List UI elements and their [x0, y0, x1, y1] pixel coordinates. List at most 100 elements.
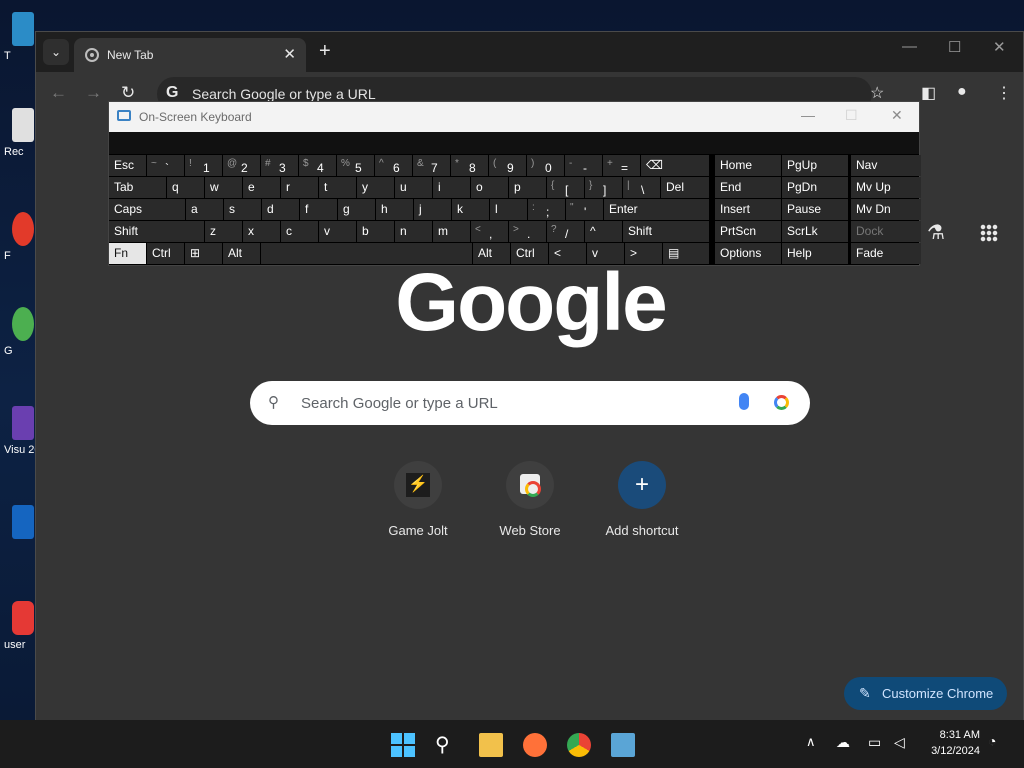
key-0-5[interactable]: $4 — [299, 155, 336, 176]
firefox-icon[interactable] — [523, 733, 547, 757]
key-0-2[interactable]: ! 1 — [185, 155, 222, 176]
key-4-13[interactable]: Fade — [851, 243, 921, 264]
key-1-5[interactable]: t — [319, 177, 356, 198]
key-3-5[interactable]: b — [357, 221, 394, 242]
key-1-11[interactable]: {[ — [547, 177, 584, 198]
key-1-15[interactable]: End — [715, 177, 781, 198]
key-2-11[interactable]: " ' — [566, 199, 603, 220]
key-3-1[interactable]: z — [205, 221, 242, 242]
reload-button[interactable]: ↻ — [121, 83, 135, 103]
key-4-1[interactable]: Ctrl — [147, 243, 184, 264]
key-1-9[interactable]: o — [471, 177, 508, 198]
key-2-13[interactable]: Insert — [715, 199, 781, 220]
osk-close-button[interactable]: ✕ — [891, 107, 903, 124]
key-3-15[interactable]: Dock — [851, 221, 921, 242]
key-4-6[interactable]: Ctrl — [511, 243, 548, 264]
profile-icon[interactable]: ● — [957, 83, 967, 101]
left-arrow-key[interactable]: < — [549, 243, 586, 264]
menu-kebab-icon[interactable]: ⋮ — [996, 83, 1012, 103]
key-3-0[interactable]: Shift — [109, 221, 204, 242]
key-2-15[interactable]: Mv Dn — [851, 199, 921, 220]
maximize-button[interactable]: ☐ — [948, 38, 961, 56]
close-tab-icon[interactable]: ✕ — [283, 45, 296, 63]
key-0-1[interactable]: ~ ` — [147, 155, 184, 176]
key-2-1[interactable]: a — [186, 199, 223, 220]
key-1-0[interactable]: Tab — [109, 177, 166, 198]
key-0-10[interactable]: (9 — [489, 155, 526, 176]
key-1-13[interactable]: | \ — [623, 177, 660, 198]
bookmark-star-icon[interactable]: ☆ — [870, 83, 884, 103]
side-panel-icon[interactable]: ◧ — [921, 83, 936, 103]
key-2-4[interactable]: f — [300, 199, 337, 220]
key-2-9[interactable]: l — [490, 199, 527, 220]
osk-minimize-button[interactable]: — — [801, 107, 815, 123]
key-3-13[interactable]: PrtScn — [715, 221, 781, 242]
chrome-icon[interactable] — [567, 733, 591, 757]
file-explorer-icon[interactable] — [479, 733, 503, 757]
desktop-icon[interactable]: F — [0, 212, 34, 262]
tab-search-button[interactable]: ⌄ — [43, 39, 69, 65]
key-3-2[interactable]: x — [243, 221, 280, 242]
notifications-bell-icon[interactable]: ◔ — [988, 733, 996, 749]
key-1-4[interactable]: r — [281, 177, 318, 198]
key-4-3[interactable]: Alt — [223, 243, 260, 264]
key-0-9[interactable]: * 8 — [451, 155, 488, 176]
on-screen-keyboard-icon[interactable] — [611, 733, 635, 757]
key-0-4[interactable]: #3 — [261, 155, 298, 176]
key-0-15[interactable]: Home — [715, 155, 781, 176]
key-0-6[interactable]: % 5 — [337, 155, 374, 176]
shortcut-game-jolt[interactable]: ⚡ Game Jolt — [363, 461, 473, 538]
key-0-8[interactable]: & 7 — [413, 155, 450, 176]
key-0-0[interactable]: Esc — [109, 155, 146, 176]
tab-new-tab[interactable]: New Tab ✕ — [74, 38, 306, 72]
key-2-12[interactable]: Enter — [604, 199, 709, 220]
key-3-7[interactable]: m — [433, 221, 470, 242]
windows-key[interactable]: ⊞ — [185, 243, 222, 264]
new-tab-button[interactable]: + — [319, 40, 331, 63]
right-arrow-key[interactable]: > — [625, 243, 662, 264]
key-0-13[interactable]: + = — [603, 155, 640, 176]
minimize-button[interactable]: — — [902, 38, 917, 55]
key-0-12[interactable]: -- — [565, 155, 602, 176]
key-3-9[interactable]: >. — [509, 221, 546, 242]
volume-muted-icon[interactable]: ◁ — [894, 734, 905, 751]
google-lens-icon[interactable] — [774, 395, 789, 410]
key-1-8[interactable]: i — [433, 177, 470, 198]
desktop-icon[interactable] — [0, 505, 34, 539]
clock-date[interactable]: 3/12/2024 — [918, 745, 980, 757]
key-1-1[interactable]: q — [167, 177, 204, 198]
desktop-icon[interactable]: T — [0, 12, 34, 62]
key-4-12[interactable]: Help — [782, 243, 848, 264]
key-1-10[interactable]: p — [509, 177, 546, 198]
google-apps-icon[interactable] — [980, 224, 998, 242]
key-4-4[interactable] — [261, 243, 472, 264]
customize-chrome-button[interactable]: ✎ Customize Chrome — [844, 677, 1007, 710]
key-2-10[interactable]: :; — [528, 199, 565, 220]
labs-flask-icon[interactable]: ⚗ — [927, 220, 945, 245]
key-3-12[interactable]: Shift — [623, 221, 709, 242]
key-1-14[interactable]: Del — [661, 177, 709, 198]
key-0-7[interactable]: ^ 6 — [375, 155, 412, 176]
close-window-button[interactable]: ✕ — [993, 38, 1006, 56]
key-1-17[interactable]: Mv Up — [851, 177, 921, 198]
down-arrow-key[interactable]: v — [587, 243, 624, 264]
key-2-5[interactable]: g — [338, 199, 375, 220]
key-1-6[interactable]: y — [357, 177, 394, 198]
key-1-16[interactable]: PgDn — [782, 177, 848, 198]
desktop-icon[interactable]: Visu 2022 — [0, 406, 53, 456]
key-3-8[interactable]: <, — [471, 221, 508, 242]
key-3-14[interactable]: ScrLk — [782, 221, 848, 242]
up-arrow-key[interactable]: ^ — [585, 221, 622, 242]
chevron-up-icon[interactable]: ∧ — [806, 734, 816, 750]
key-4-11[interactable]: Options — [715, 243, 781, 264]
key-0-17[interactable]: Nav — [851, 155, 921, 176]
network-icon[interactable]: ▭ — [868, 734, 881, 751]
key-2-14[interactable]: Pause — [782, 199, 848, 220]
backspace-key[interactable]: ⌫ — [641, 155, 709, 176]
key-0-3[interactable]: @2 — [223, 155, 260, 176]
search-icon[interactable]: ⚲ — [435, 733, 459, 757]
key-2-8[interactable]: k — [452, 199, 489, 220]
key-2-6[interactable]: h — [376, 199, 413, 220]
shortcut-web-store[interactable]: Web Store — [475, 461, 585, 538]
key-2-7[interactable]: j — [414, 199, 451, 220]
